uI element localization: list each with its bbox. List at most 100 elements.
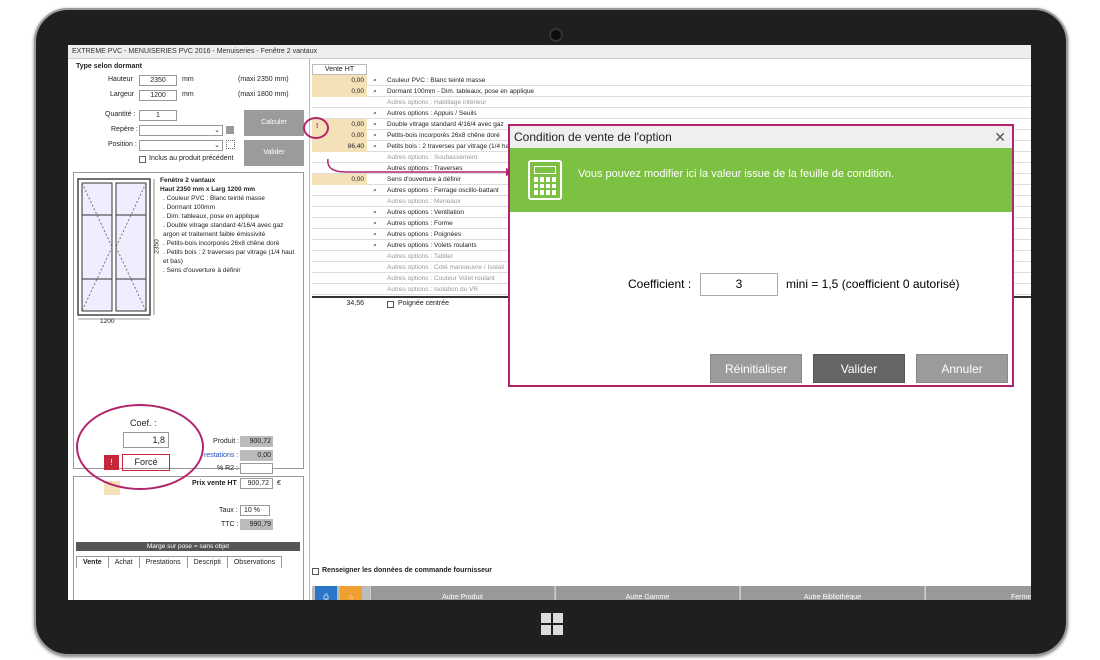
row-label: Couleur PVC : Blanc teinté masse — [387, 77, 486, 84]
row-label: Autres options : Ferrage oscillo-battant — [387, 187, 499, 194]
poignee-checkbox[interactable] — [387, 301, 394, 308]
left-panel: Type selon dormant Hauteur 2350 mm (maxi… — [68, 59, 310, 600]
r2-input[interactable] — [240, 463, 273, 474]
row-label: Autres options : Coté manoeuvre / Isolat… — [387, 264, 505, 271]
search-icon[interactable]: ⌕ — [368, 207, 382, 218]
search-icon[interactable]: ⌕ — [368, 218, 382, 229]
coefficient-label: Coefficient : — [628, 277, 692, 291]
search-icon[interactable]: ⌕ — [368, 108, 382, 119]
search-icon[interactable]: ⌕ — [368, 75, 382, 86]
row-label: Double vitrage standard 4/16/4 avec gaz — [387, 121, 504, 128]
prix-input[interactable]: 900,72 — [240, 478, 273, 489]
cancel-button[interactable]: Annuler — [916, 354, 1008, 383]
color-swatch[interactable] — [226, 126, 234, 134]
print-icon[interactable]: ⎙ — [315, 586, 337, 600]
tab-description[interactable]: Descripti — [186, 556, 228, 568]
position-select[interactable]: ⌄ — [139, 140, 223, 151]
autre-bibliotheque-button[interactable]: Autre Bibliothèque — [740, 586, 924, 600]
row-label: Autres options : Appuis / Seuils — [387, 110, 477, 117]
prix-label: Prix vente HT — [192, 480, 237, 487]
search-icon[interactable]: ⌕ — [368, 185, 382, 196]
validate-button[interactable]: Valider — [813, 354, 905, 383]
search-icon[interactable]: ⌕ — [368, 229, 382, 240]
coef-highlight-ring — [76, 404, 204, 490]
repere-label: Repère : — [111, 126, 138, 133]
renseigner-label: Renseigner les données de commande fourn… — [322, 567, 492, 574]
ttc-value: 990,79 — [240, 519, 273, 530]
row-value: 86,40 — [312, 141, 367, 152]
renseigner-checkbox[interactable] — [312, 568, 319, 575]
row-label: Sens d'ouverture à définir — [387, 176, 461, 183]
valider-button[interactable]: Valider — [244, 140, 304, 166]
autre-produit-button[interactable]: Autre Produit — [370, 586, 554, 600]
row-label: Petits-bois incorporés 26x8 chêne doré — [387, 132, 500, 139]
tab-vente[interactable]: Vente — [76, 556, 109, 568]
produit-value: 900,72 — [240, 436, 273, 447]
autre-gamme-button[interactable]: Autre Gamme — [555, 586, 739, 600]
row-label: Autres options : Tablier — [387, 253, 453, 260]
row-value: 0,00 — [312, 86, 367, 97]
coefficient-input[interactable]: 3 — [700, 273, 778, 296]
marge-bar: Marge sur pose = sans objet — [76, 542, 300, 551]
row-label: Autres options : Poignées — [387, 231, 462, 238]
taux-select[interactable]: 10 % — [240, 505, 270, 516]
bottom-tabs: Vente Achat Prestations Descripti Observ… — [76, 556, 283, 568]
prestations-value: 0,00 — [240, 450, 273, 461]
largeur-label: Largeur — [110, 91, 135, 98]
bottom-toolbar: ⎙ ⌂ Autre Produit Autre Gamme Autre Bibl… — [312, 586, 1031, 600]
search-icon[interactable]: ⌕ — [368, 130, 382, 141]
dotted-box-icon[interactable] — [226, 140, 235, 149]
tab-observations[interactable]: Observations — [226, 556, 283, 568]
row-label: Autres options : Volets roulants — [387, 242, 477, 249]
type-header: Type selon dormant — [76, 63, 142, 70]
table-row[interactable]: 0,00 ⌕ Couleur PVC : Blanc teinté masse — [312, 75, 1031, 86]
windows-logo-icon[interactable] — [541, 613, 563, 635]
row-label: Autres options : Ventilation — [387, 209, 464, 216]
row-label: Dormant 100mm - Dim. tableaux, pose en a… — [387, 88, 535, 95]
row-label: Petits bois : 2 traverses par vitrage (1… — [387, 143, 510, 150]
produit-label: Produit : — [213, 438, 240, 445]
hauteur-max: (maxi 2350 mm) — [238, 76, 289, 83]
poignee-label: Poignée centrée — [398, 300, 449, 307]
close-icon[interactable]: ✕ — [994, 129, 1006, 146]
quantite-input[interactable]: 1 — [139, 110, 177, 121]
hauteur-input[interactable]: 2350 — [139, 75, 177, 86]
largeur-input[interactable]: 1200 — [139, 90, 177, 101]
connector-arrow — [327, 158, 515, 176]
repere-select[interactable]: ⌄ — [139, 125, 223, 136]
prestations-link[interactable]: restations : — [204, 452, 238, 459]
chevron-down-icon: ⌄ — [214, 142, 220, 149]
home-icon[interactable]: ⌂ — [340, 586, 362, 600]
ttc-label: TTC : — [221, 521, 239, 528]
reset-button[interactable]: Réinitialiser — [710, 354, 802, 383]
position-label: Position : — [108, 141, 137, 148]
calculer-button[interactable]: Calculer — [244, 110, 304, 136]
row-value: 0,00 — [312, 75, 367, 86]
table-row[interactable]: Autres options : Habillage intérieur — [312, 97, 1031, 108]
tab-prestations[interactable]: Prestations — [138, 556, 188, 568]
table-row[interactable]: 0,00 ⌕ Dormant 100mm - Dim. tableaux, pose… — [312, 86, 1031, 97]
row-label: Autres options : Forme — [387, 220, 453, 227]
grid-total: 34,56 — [346, 300, 364, 307]
row-label: Autres options : Meneaux — [387, 198, 461, 205]
camera — [549, 28, 563, 42]
dialog-title: Condition de vente de l'option — [510, 126, 1012, 148]
dialog-message: Vous pouvez modifier ici la valeur issue… — [578, 168, 895, 180]
largeur-max: (maxi 1800 mm) — [238, 91, 289, 98]
table-row[interactable]: ⌕ Autres options : Appuis / Seuils — [312, 108, 1031, 119]
calculator-icon — [528, 160, 562, 200]
search-icon[interactable]: ⌕ — [368, 240, 382, 251]
chevron-down-icon: ⌄ — [214, 127, 220, 134]
tab-achat[interactable]: Achat — [107, 556, 140, 568]
hauteur-unit: mm — [182, 76, 194, 83]
row-label: Autres options : Isolation du VR — [387, 286, 479, 293]
hauteur-label: Hauteur — [108, 76, 133, 83]
search-icon[interactable]: ⌕ — [368, 86, 382, 97]
search-icon[interactable]: ⌕ — [368, 141, 382, 152]
fermer-button[interactable]: Fermer — [925, 586, 1031, 600]
inclus-checkbox[interactable] — [139, 156, 146, 163]
r2-label: % R2 : — [217, 465, 239, 472]
coefficient-hint: mini = 1,5 (coefficient 0 autorisé) — [786, 277, 960, 291]
largeur-unit: mm — [182, 91, 194, 98]
search-icon[interactable]: ⌕ — [368, 119, 382, 130]
